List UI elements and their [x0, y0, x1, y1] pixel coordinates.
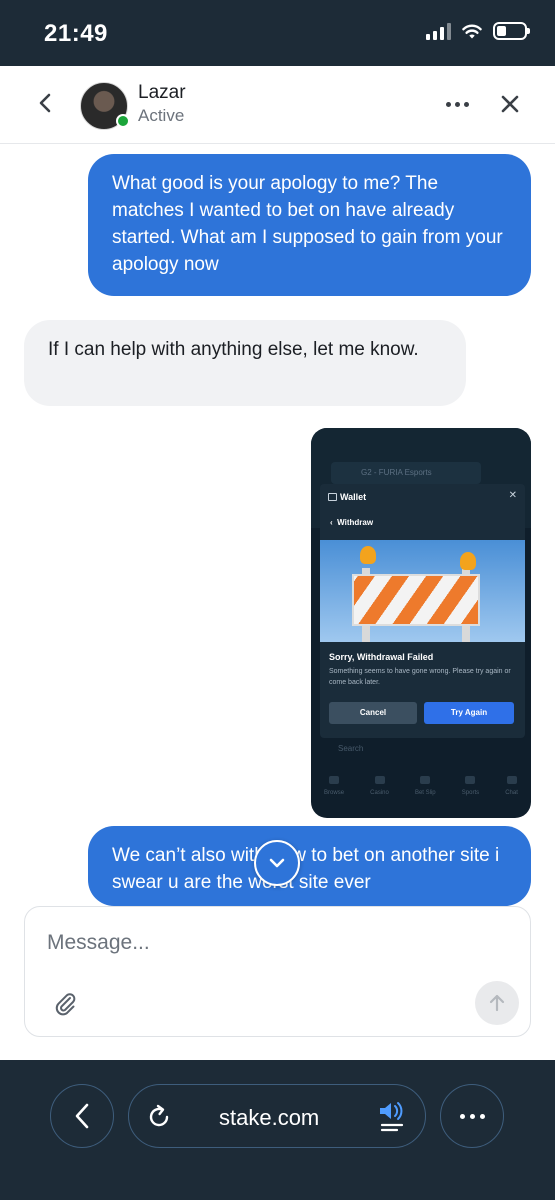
- contact-name[interactable]: Lazar: [138, 82, 186, 104]
- blurred-match-title: G2 - FURIA Esports: [331, 462, 481, 484]
- chat-header: Lazar Active: [0, 66, 555, 144]
- send-button[interactable]: [475, 981, 519, 1025]
- outgoing-message: We can’t also withdraw to bet on another…: [88, 826, 531, 906]
- status-time: 21:49: [44, 20, 108, 47]
- browser-more-button[interactable]: [440, 1084, 504, 1148]
- wallet-icon: [328, 493, 337, 501]
- status-bar: 21:49: [0, 0, 555, 66]
- outgoing-message: What good is your apology to me? The mat…: [88, 154, 531, 296]
- wallet-close-icon: ✕: [508, 490, 517, 501]
- error-title: Sorry, Withdrawal Failed: [329, 652, 434, 662]
- paperclip-icon[interactable]: [53, 991, 79, 1017]
- image-message[interactable]: G2 - FURIA Esports Wallet ✕ ‹ Withdraw S…: [311, 428, 531, 818]
- blurred-tab-bar: Browse Casino Bet Slip Sports Chat: [311, 768, 531, 818]
- cellular-signal-icon: [426, 22, 451, 40]
- wallet-modal: Wallet ✕ ‹ Withdraw Sorry, Withdrawal Fa…: [320, 484, 525, 738]
- blurred-search: Search: [338, 744, 364, 753]
- url-text[interactable]: stake.com: [219, 1105, 319, 1131]
- reload-icon[interactable]: [145, 1103, 173, 1131]
- browser-toolbar: stake.com: [0, 1060, 555, 1200]
- cancel-button: Cancel: [329, 702, 417, 724]
- audio-playing-icon[interactable]: [377, 1099, 407, 1135]
- try-again-button: Try Again: [424, 702, 514, 724]
- contact-status: Active: [138, 106, 185, 125]
- online-status-dot: [116, 114, 130, 128]
- scroll-down-button[interactable]: [254, 840, 300, 886]
- more-options-icon[interactable]: [440, 92, 474, 116]
- withdraw-breadcrumb: ‹ Withdraw: [330, 518, 374, 527]
- tab-browse: Browse: [324, 768, 344, 818]
- error-text: Something seems to have gone wrong. Plea…: [329, 668, 511, 686]
- incoming-message: If I can help with anything else, let me…: [24, 320, 466, 406]
- back-icon[interactable]: [30, 88, 60, 118]
- wallet-title: Wallet: [340, 492, 367, 502]
- browser-back-button[interactable]: [50, 1084, 114, 1148]
- close-icon[interactable]: [494, 88, 526, 120]
- address-bar[interactable]: stake.com: [128, 1084, 426, 1148]
- tab-bet-slip: Bet Slip: [415, 768, 436, 818]
- chevron-left-icon: [75, 1103, 89, 1129]
- tab-chat: Chat: [505, 768, 518, 818]
- status-icons: [426, 22, 530, 40]
- message-input[interactable]: [47, 927, 487, 959]
- tab-casino: Casino: [370, 768, 389, 818]
- battery-icon: [493, 22, 530, 40]
- road-barrier-image: [320, 540, 525, 642]
- wifi-icon: [462, 24, 482, 39]
- withdraw-label: Withdraw: [337, 518, 374, 527]
- tab-sports: Sports: [462, 768, 479, 818]
- message-composer: [24, 906, 531, 1037]
- chevron-down-icon: [269, 858, 285, 868]
- arrow-up-icon: [489, 994, 505, 1012]
